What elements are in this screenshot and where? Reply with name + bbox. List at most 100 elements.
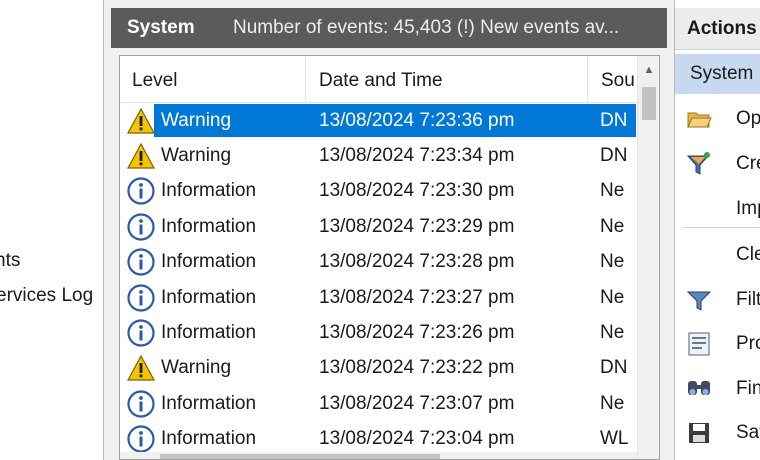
warning-icon: [126, 141, 156, 171]
event-count-text: Number of events: 45,403 (!) New events …: [233, 17, 620, 38]
event-date-cell: 13/08/2024 7:23:28 pm: [319, 251, 515, 273]
event-source-cell: Ne: [600, 392, 625, 414]
action-label: Op: [736, 108, 760, 129]
event-list-pane: System Number of events: 45,403 (!) New …: [111, 0, 667, 460]
action-label: Filt: [736, 289, 760, 310]
event-level-text: Warning: [161, 145, 232, 167]
vertical-scroll-thumb[interactable]: [642, 87, 656, 120]
event-row[interactable]: Information 13/08/2024 7:23:07 pm Ne: [120, 386, 636, 421]
actions-divider: [683, 227, 760, 228]
action-item[interactable]: Filt: [675, 282, 760, 318]
event-level-cell: Information: [126, 174, 260, 209]
event-row[interactable]: Warning 13/08/2024 7:23:22 pm DN: [120, 351, 636, 386]
actions-pane: Actions System Op Cre Imp Cle Filt Pro Fin Sav: [674, 0, 760, 460]
event-date-cell: 13/08/2024 7:23:07 pm: [319, 392, 515, 414]
event-level-text: Warning: [159, 107, 236, 134]
event-date-cell: 13/08/2024 7:23:30 pm: [319, 180, 515, 202]
event-source-cell: WL: [600, 428, 629, 450]
actions-header: Actions: [675, 8, 760, 50]
horizontal-scrollbar[interactable]: [120, 452, 637, 459]
information-icon: [126, 424, 156, 454]
event-source-cell: Ne: [600, 180, 625, 202]
event-rows: Warning 13/08/2024 7:23:36 pm DN Warning 13/…: [120, 103, 636, 457]
action-label: Imp: [736, 198, 760, 219]
event-row[interactable]: Warning 13/08/2024 7:23:36 pm DN: [120, 103, 636, 138]
event-date-cell: 13/08/2024 7:23:34 pm: [319, 145, 515, 167]
information-icon: [126, 389, 156, 419]
find-icon: [685, 375, 713, 403]
information-icon: [126, 176, 156, 206]
open-folder-icon: [685, 105, 713, 133]
event-row[interactable]: Information 13/08/2024 7:23:27 pm Ne: [120, 280, 636, 315]
event-level-text: Information: [161, 215, 257, 237]
event-level-text: Information: [161, 251, 257, 273]
action-label: Fin: [736, 378, 760, 399]
event-level-cell: Information: [126, 209, 260, 244]
actions-section-system[interactable]: System: [675, 54, 760, 94]
event-source-cell: Ne: [600, 215, 625, 237]
event-source-cell: DN: [600, 109, 628, 131]
column-header-row: Level Date and Time Sou: [120, 56, 659, 103]
tree-item-events[interactable]: nts: [0, 249, 20, 273]
action-item[interactable]: Pro: [675, 326, 760, 362]
log-title: System: [127, 17, 195, 38]
information-icon: [126, 318, 156, 348]
event-date-cell: 13/08/2024 7:23:22 pm: [319, 357, 515, 379]
event-level-cell: Warning: [126, 139, 235, 174]
action-label: Pro: [736, 333, 760, 354]
event-source-cell: DN: [600, 145, 628, 167]
information-icon: [126, 283, 156, 313]
event-row[interactable]: Information 13/08/2024 7:23:26 pm Ne: [120, 315, 636, 350]
event-level-text: Information: [161, 286, 257, 308]
action-label: Cle: [736, 244, 760, 265]
event-level-cell: Warning: [126, 351, 235, 386]
properties-icon: [685, 330, 713, 358]
action-item[interactable]: Imp: [675, 191, 760, 227]
warning-icon: [126, 353, 156, 383]
action-label: Sav: [736, 422, 760, 443]
information-icon: [126, 212, 156, 242]
event-row[interactable]: Information 13/08/2024 7:23:28 pm Ne: [120, 245, 636, 280]
action-label: Cre: [736, 153, 760, 174]
event-date-cell: 13/08/2024 7:23:26 pm: [319, 322, 515, 344]
event-row[interactable]: Information 13/08/2024 7:23:30 pm Ne: [120, 174, 636, 209]
tree-item-services-logs[interactable]: ervices Log: [0, 284, 93, 308]
event-level-cell: Information: [126, 386, 260, 421]
event-date-cell: 13/08/2024 7:23:29 pm: [319, 215, 515, 237]
event-source-cell: Ne: [600, 286, 625, 308]
navigation-tree-pane: nts ervices Log: [0, 0, 104, 460]
event-source-cell: Ne: [600, 251, 625, 273]
event-row[interactable]: Information 13/08/2024 7:23:29 pm Ne: [120, 209, 636, 244]
event-level-cell: Information: [126, 280, 260, 315]
event-source-cell: DN: [600, 357, 628, 379]
log-header-bar: System Number of events: 45,403 (!) New …: [111, 8, 667, 48]
warning-icon: [126, 106, 156, 136]
create-filter-icon: [685, 150, 713, 178]
action-item[interactable]: Op: [675, 101, 760, 137]
column-header-date-time[interactable]: Date and Time: [307, 56, 588, 103]
information-icon: [126, 247, 156, 277]
horizontal-scroll-thumb[interactable]: [160, 454, 440, 459]
action-item[interactable]: Sav: [675, 415, 760, 451]
event-source-cell: Ne: [600, 322, 625, 344]
event-date-cell: 13/08/2024 7:23:27 pm: [319, 286, 515, 308]
action-item[interactable]: Cle: [675, 237, 760, 273]
event-level-text: Information: [161, 428, 257, 450]
filter-icon: [685, 286, 713, 314]
vertical-scrollbar[interactable]: ▲: [637, 56, 659, 459]
event-level-text: Information: [161, 180, 257, 202]
event-row[interactable]: Warning 13/08/2024 7:23:34 pm DN: [120, 138, 636, 173]
event-level-cell: Information: [126, 316, 260, 351]
event-level-cell: Warning: [126, 103, 236, 138]
event-level-text: Warning: [161, 357, 232, 379]
column-header-level[interactable]: Level: [120, 56, 306, 103]
save-icon: [685, 419, 713, 447]
event-level-text: Information: [161, 322, 257, 344]
event-level-text: Information: [161, 392, 257, 414]
scroll-up-arrow-icon[interactable]: ▲: [638, 56, 659, 84]
event-level-cell: Information: [126, 245, 260, 280]
event-list: Level Date and Time Sou Warning 13/08/202…: [119, 55, 660, 460]
action-item[interactable]: Fin: [675, 371, 760, 407]
action-item[interactable]: Cre: [675, 146, 760, 182]
event-date-cell: 13/08/2024 7:23:36 pm: [319, 109, 515, 131]
